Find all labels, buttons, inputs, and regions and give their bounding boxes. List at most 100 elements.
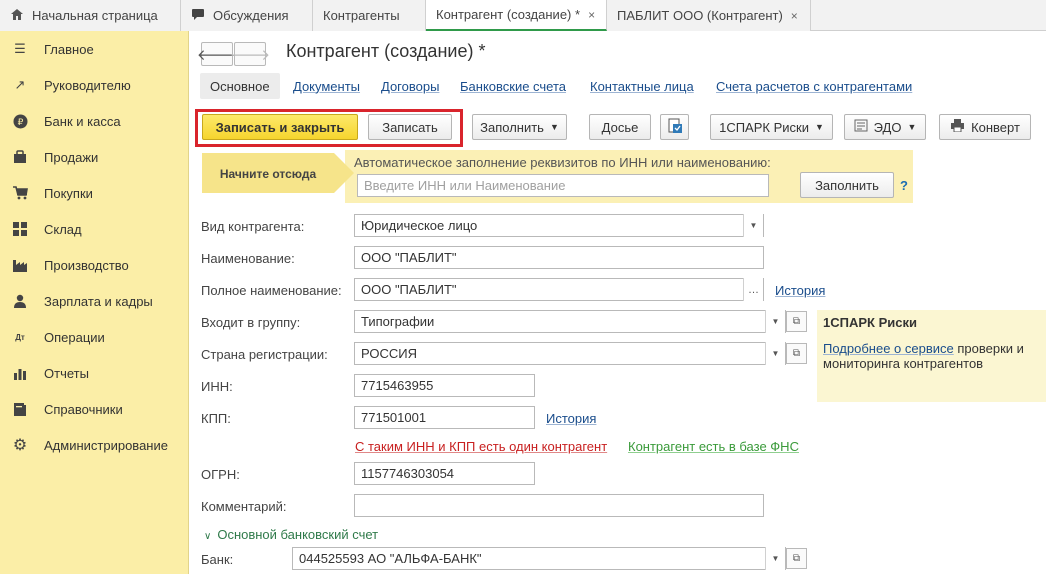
sidebar-item-admin[interactable]: ⚙ Администрирование bbox=[0, 427, 189, 463]
comment-field[interactable] bbox=[354, 494, 764, 517]
name-label: Наименование: bbox=[201, 251, 295, 266]
sidebar-item-label: Продажи bbox=[44, 149, 99, 165]
books-icon bbox=[12, 401, 28, 417]
tab-documents[interactable]: Документы bbox=[293, 73, 360, 99]
kind-label: Вид контрагента: bbox=[201, 219, 305, 234]
fns-status-link[interactable]: Контрагент есть в базе ФНС bbox=[628, 439, 799, 454]
kpp-history-link[interactable]: История bbox=[546, 411, 596, 426]
tab-settlement-accounts[interactable]: Счета расчетов с контрагентами bbox=[716, 73, 912, 99]
spark-more-link[interactable]: Подробнее о сервисе bbox=[823, 341, 954, 356]
document-report-button[interactable] bbox=[660, 114, 689, 140]
spark-risks-button[interactable]: 1СПАРК Риски ▼ bbox=[710, 114, 833, 140]
fill-dropdown-button[interactable]: Заполнить ▼ bbox=[472, 114, 567, 140]
chevron-down-icon[interactable]: ▼ bbox=[743, 214, 763, 237]
sidebar-item-label: Зарплата и кадры bbox=[44, 293, 153, 309]
bank-label: Банк: bbox=[201, 552, 234, 567]
sidebar-item-label: Справочники bbox=[44, 401, 123, 417]
tab-counterparties[interactable]: Контрагенты bbox=[313, 0, 426, 31]
save-button[interactable]: Записать bbox=[368, 114, 452, 140]
inn-label: ИНН: bbox=[201, 379, 233, 394]
back-button[interactable]: 🡐 bbox=[197, 42, 237, 66]
envelope-button[interactable]: Конверт bbox=[939, 114, 1031, 140]
close-icon[interactable]: × bbox=[588, 8, 595, 22]
sidebar-item-main[interactable]: ☰ Главное bbox=[0, 31, 189, 67]
envelope-label: Конверт bbox=[971, 119, 1020, 135]
forward-button[interactable]: 🡒 bbox=[230, 42, 270, 66]
bank-account-group[interactable]: ∨ Основной банковский счет bbox=[204, 527, 378, 542]
sidebar-item-salary[interactable]: Зарплата и кадры bbox=[0, 283, 189, 319]
group-value: Типографии bbox=[361, 314, 435, 329]
sidebar-item-warehouse[interactable]: Склад bbox=[0, 211, 189, 247]
sidebar-item-production[interactable]: Производство bbox=[0, 247, 189, 283]
factory-icon bbox=[12, 257, 28, 273]
sidebar-item-label: Покупки bbox=[44, 185, 93, 201]
spark-panel-text: Подробнее о сервисе проверки и мониторин… bbox=[823, 341, 1045, 371]
name-field[interactable]: ООО "ПАБЛИТ" bbox=[354, 246, 764, 269]
open-icon[interactable]: ⧉ bbox=[786, 343, 807, 364]
bank-value: 044525593 АО "АЛЬФА-БАНК" bbox=[299, 551, 482, 566]
tab-contracts[interactable]: Договоры bbox=[381, 73, 439, 99]
fullname-field[interactable]: ООО "ПАБЛИТ" bbox=[354, 278, 764, 301]
tab-home[interactable]: Начальная страница bbox=[0, 0, 181, 31]
sidebar-item-label: Производство bbox=[44, 257, 129, 273]
sidebar-item-purchases[interactable]: Покупки bbox=[0, 175, 189, 211]
tab-bank-accounts[interactable]: Банковские счета bbox=[460, 73, 566, 99]
ogrn-field[interactable]: 1157746303054 bbox=[354, 462, 535, 485]
gear-icon: ⚙ bbox=[12, 437, 28, 454]
sidebar-item-references[interactable]: Справочники bbox=[0, 391, 189, 427]
tab-bar: Начальная страница Обсуждения Контрагент… bbox=[0, 0, 1046, 31]
chat-icon bbox=[191, 8, 205, 24]
open-icon[interactable]: ⧉ bbox=[786, 548, 807, 569]
svg-text:₽: ₽ bbox=[17, 118, 23, 128]
printer-icon bbox=[950, 119, 965, 135]
group-label: Входит в группу: bbox=[201, 315, 301, 330]
kind-select[interactable]: Юридическое лицо bbox=[354, 214, 764, 237]
sidebar-item-sales[interactable]: Продажи bbox=[0, 139, 189, 175]
group-select[interactable]: Типографии bbox=[354, 310, 786, 333]
save-and-close-button[interactable]: Записать и закрыть bbox=[202, 114, 358, 140]
chevron-down-icon[interactable]: ▼ bbox=[765, 547, 785, 570]
tab-contacts[interactable]: Контактные лица bbox=[590, 73, 694, 99]
sidebar-item-label: Главное bbox=[44, 41, 94, 57]
duplicate-warning-link[interactable]: С таким ИНН и КПП есть один контрагент bbox=[355, 439, 607, 454]
tab-label: ПАБЛИТ ООО (Контрагент) bbox=[617, 8, 783, 23]
fill-label: Заполнить bbox=[480, 119, 544, 135]
sidebar-item-label: Банк и касса bbox=[44, 113, 121, 129]
chevron-down-icon: ∨ bbox=[204, 531, 212, 542]
country-value: РОССИЯ bbox=[361, 346, 418, 361]
open-icon[interactable]: ⧉ bbox=[786, 311, 807, 332]
chevron-down-icon[interactable]: ▼ bbox=[765, 310, 785, 333]
help-icon[interactable]: ? bbox=[900, 178, 908, 193]
bank-select[interactable]: 044525593 АО "АЛЬФА-БАНК" bbox=[292, 547, 786, 570]
edo-label: ЭДО bbox=[873, 119, 902, 135]
kind-value: Юридическое лицо bbox=[361, 218, 478, 233]
sidebar-item-label: Администрирование bbox=[44, 437, 168, 453]
sidebar-item-label: Склад bbox=[44, 221, 82, 237]
debit-credit-icon: Дт bbox=[15, 332, 25, 342]
tab-pablit[interactable]: ПАБЛИТ ООО (Контрагент) × bbox=[607, 0, 811, 31]
sidebar-item-reports[interactable]: Отчеты bbox=[0, 355, 189, 391]
dossier-button[interactable]: Досье bbox=[589, 114, 651, 140]
country-label: Страна регистрации: bbox=[201, 347, 328, 362]
edo-button[interactable]: ЭДО ▼ bbox=[844, 114, 926, 140]
inn-search-input[interactable]: Введите ИНН или Наименование bbox=[357, 174, 769, 197]
close-icon[interactable]: × bbox=[791, 9, 798, 23]
kpp-field[interactable]: 771501001 bbox=[354, 406, 535, 429]
tab-main[interactable]: Основное bbox=[200, 73, 280, 99]
fullname-history-link[interactable]: История bbox=[775, 283, 825, 298]
inn-field[interactable]: 7715463955 bbox=[354, 374, 535, 397]
page-title: Контрагент (создание) * bbox=[286, 41, 486, 61]
bar-report-icon bbox=[12, 365, 28, 381]
tab-label: Контрагенты bbox=[323, 8, 400, 23]
more-icon[interactable]: … bbox=[743, 278, 763, 301]
sidebar-item-operations[interactable]: Дт Операции bbox=[0, 319, 189, 355]
tab-discussions[interactable]: Обсуждения bbox=[181, 0, 313, 31]
autofill-hint: Автоматическое заполнение реквизитов по … bbox=[354, 155, 771, 170]
chevron-down-icon[interactable]: ▼ bbox=[765, 342, 785, 365]
sidebar-item-manager[interactable]: ↗ Руководителю bbox=[0, 67, 189, 103]
autofill-button[interactable]: Заполнить bbox=[800, 172, 894, 198]
tab-label: Контрагент (создание) * bbox=[436, 7, 581, 22]
tab-counterparty-create[interactable]: Контрагент (создание) * × bbox=[426, 0, 607, 31]
country-select[interactable]: РОССИЯ bbox=[354, 342, 786, 365]
sidebar-item-bank[interactable]: ₽ Банк и касса bbox=[0, 103, 189, 139]
